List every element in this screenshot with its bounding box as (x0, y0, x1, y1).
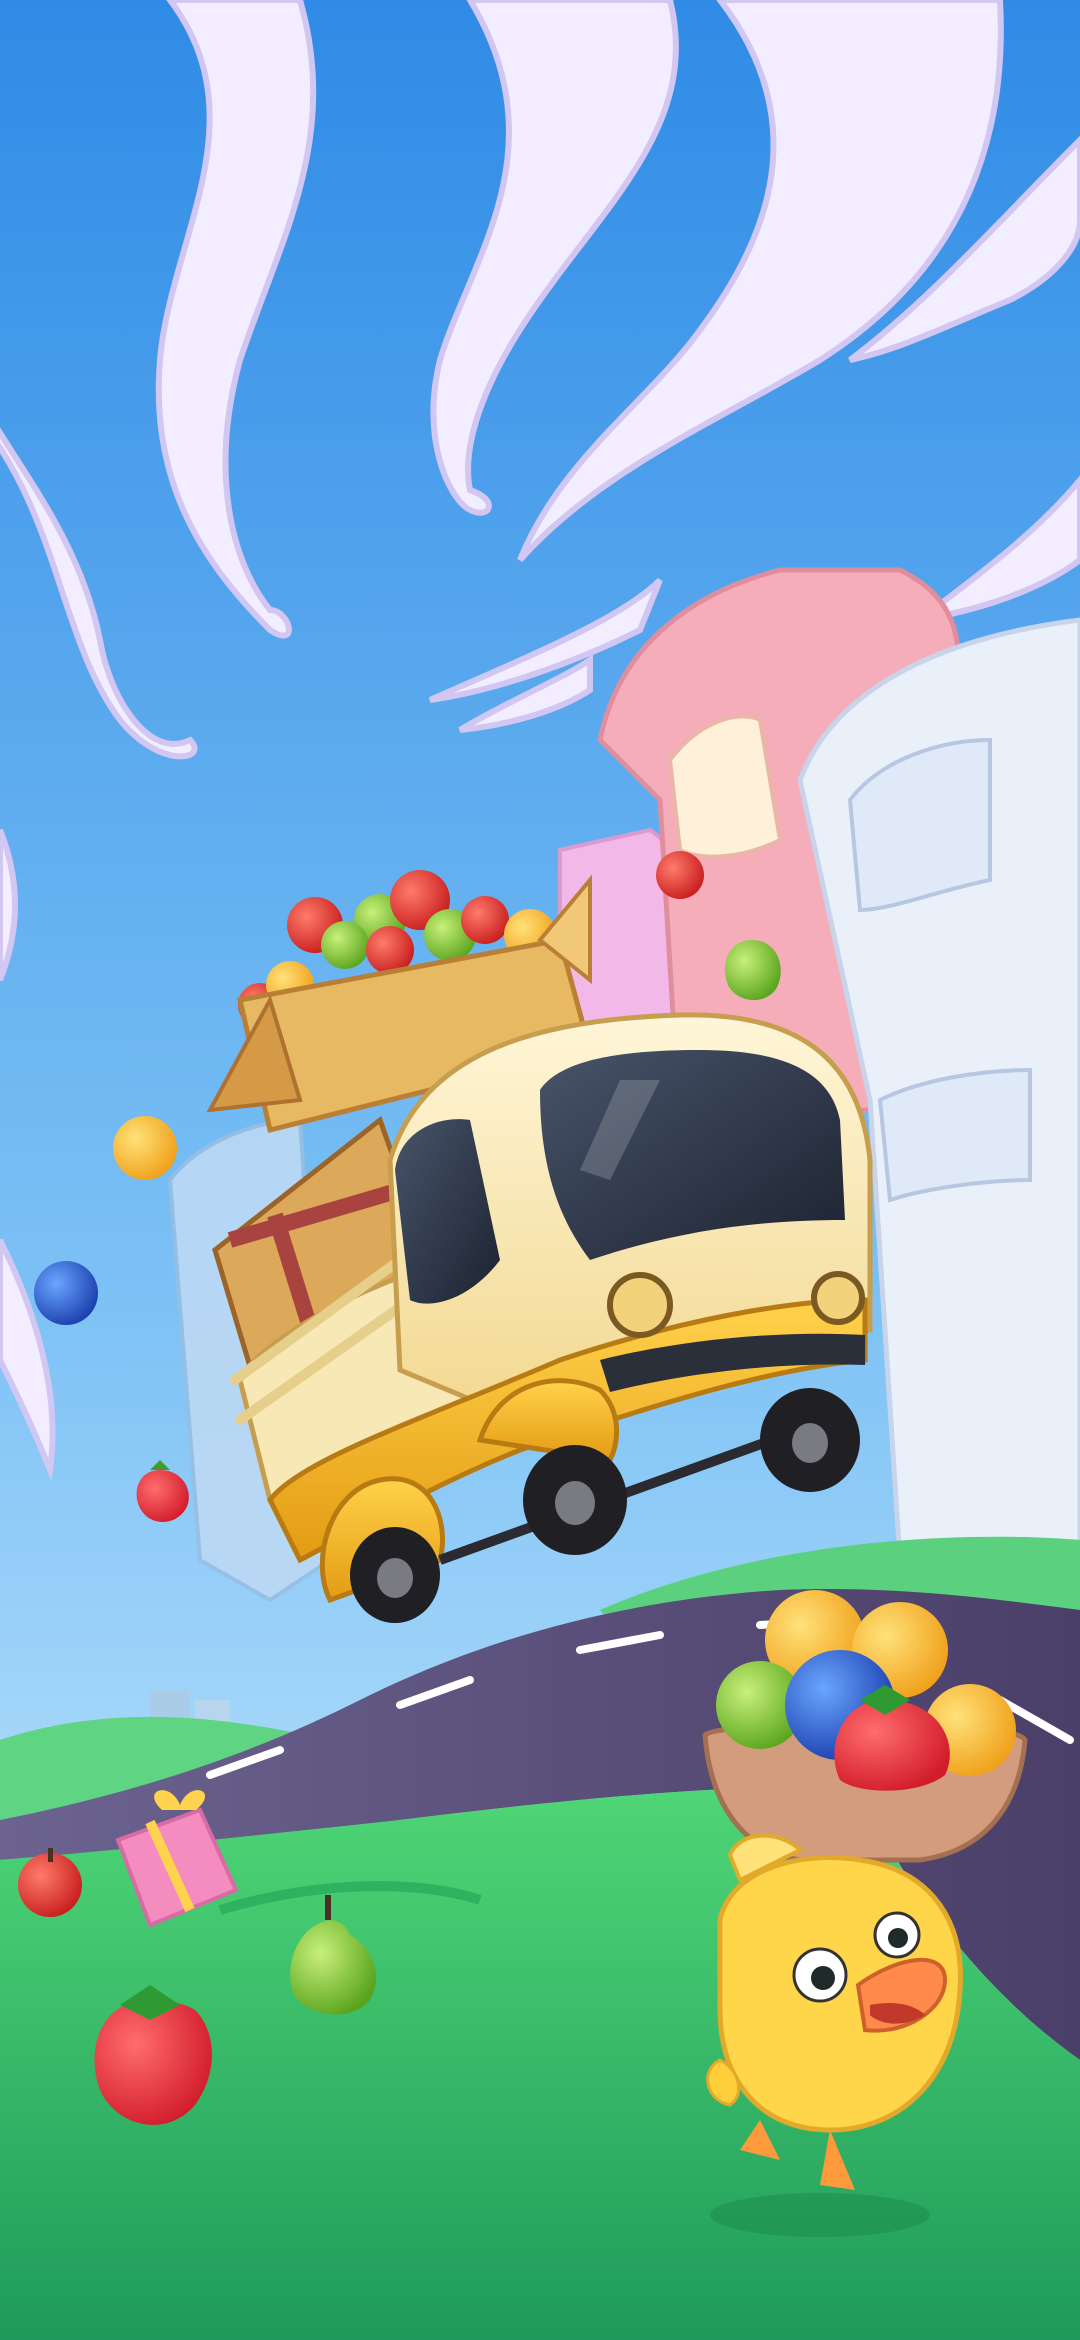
pear-icon (725, 940, 781, 1000)
hubcap (555, 1481, 595, 1525)
chick-pupil (888, 1928, 908, 1948)
chick-shadow (710, 2193, 930, 2237)
splash-illustration (0, 0, 1080, 2340)
white-building-window-2 (877, 1067, 1032, 1203)
apple-icon (18, 1853, 82, 1917)
hubcap (377, 1558, 413, 1598)
apple-stem (48, 1848, 53, 1862)
headlight-icon (811, 1271, 865, 1325)
blueberry-icon (34, 1261, 98, 1325)
apple-icon (656, 851, 704, 899)
game-splash-scene (0, 0, 1080, 2340)
hubcap (792, 1423, 828, 1463)
pear-icon (321, 921, 369, 969)
apple-icon (461, 896, 509, 944)
pear-stem (325, 1895, 331, 1920)
headlight-icon (607, 1272, 673, 1338)
orange-icon (113, 1116, 177, 1180)
chick-pupil (811, 1966, 835, 1990)
